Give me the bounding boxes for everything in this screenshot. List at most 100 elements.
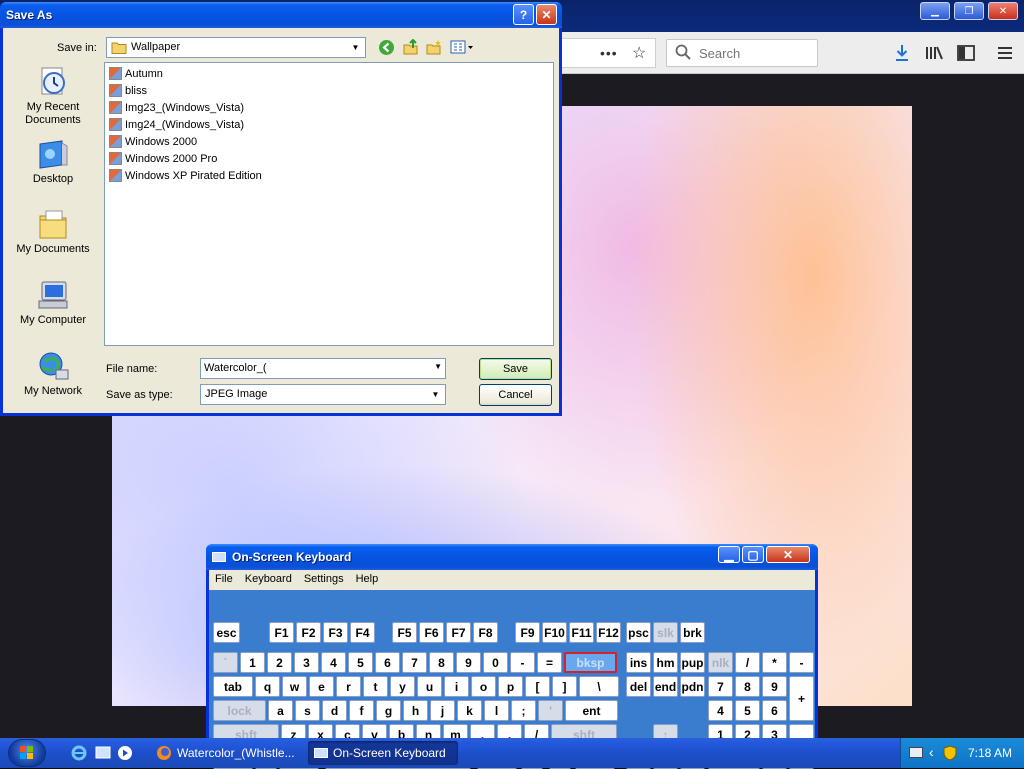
key-tab[interactable]: tab	[213, 676, 253, 697]
minimize-button[interactable]: ▁	[718, 546, 740, 563]
key-9[interactable]: 9	[456, 652, 481, 673]
key-f6[interactable]: F6	[419, 622, 444, 643]
key-slk[interactable]: slk	[653, 622, 678, 643]
view-menu-icon[interactable]	[449, 38, 475, 56]
key-i[interactable]: i	[444, 676, 469, 697]
library-icon[interactable]	[922, 42, 946, 64]
save-in-combo[interactable]: Wallpaper ▼	[106, 37, 366, 58]
key-x93[interactable]: ]	[552, 676, 577, 697]
key-end[interactable]: end	[653, 676, 678, 697]
key-0[interactable]: 0	[483, 652, 508, 673]
cancel-button[interactable]: Cancel	[479, 384, 552, 406]
key-k[interactable]: k	[457, 700, 482, 721]
sidebar-icon[interactable]	[954, 42, 978, 64]
key-s[interactable]: s	[295, 700, 320, 721]
key-pdn[interactable]: pdn	[680, 676, 705, 697]
place-recent-documents[interactable]: My Recent Documents	[5, 66, 101, 127]
menu-help[interactable]: Help	[350, 570, 385, 590]
key-6[interactable]: 6	[375, 652, 400, 673]
key-psc[interactable]: psc	[626, 622, 651, 643]
key-1[interactable]: 1	[240, 652, 265, 673]
key-5[interactable]: 5	[348, 652, 373, 673]
maximize-button[interactable]: ▢	[742, 546, 764, 563]
key-f11[interactable]: F11	[569, 622, 594, 643]
keyboard-tray-icon[interactable]	[909, 747, 923, 758]
key-f9[interactable]: F9	[515, 622, 540, 643]
key-x91[interactable]: [	[525, 676, 550, 697]
key-f2[interactable]: F2	[296, 622, 321, 643]
key-f7[interactable]: F7	[446, 622, 471, 643]
restore-button[interactable]: ❐	[954, 2, 984, 20]
chevron-down-icon[interactable]: ▼	[428, 387, 443, 402]
menu-settings[interactable]: Settings	[298, 570, 350, 590]
save-button[interactable]: Save	[479, 358, 552, 380]
chevron-left-icon[interactable]: ‹	[929, 744, 934, 760]
key-r[interactable]: r	[336, 676, 361, 697]
key-ins[interactable]: ins	[626, 652, 651, 673]
help-button[interactable]: ?	[513, 4, 534, 25]
place-my-documents[interactable]: My Documents	[5, 208, 101, 256]
key-u[interactable]: u	[417, 676, 442, 697]
show-desktop-icon[interactable]	[94, 744, 112, 762]
key-x45[interactable]: -	[510, 652, 535, 673]
key-x39[interactable]: '	[538, 700, 563, 721]
bookmark-star-icon[interactable]: ☆	[632, 43, 646, 63]
file-item[interactable]: Windows 2000 Pro	[109, 150, 217, 167]
key-lock[interactable]: lock	[213, 700, 266, 721]
internet-explorer-icon[interactable]	[70, 744, 88, 762]
key-x45[interactable]: -	[789, 652, 814, 673]
key-w[interactable]: w	[282, 676, 307, 697]
place-my-computer[interactable]: My Computer	[5, 279, 101, 327]
key-o[interactable]: o	[471, 676, 496, 697]
key-a[interactable]: a	[268, 700, 293, 721]
key-4[interactable]: 4	[321, 652, 346, 673]
key-7[interactable]: 7	[402, 652, 427, 673]
place-desktop[interactable]: Desktop	[5, 138, 101, 186]
menu-file[interactable]: File	[209, 570, 239, 590]
minimize-button[interactable]: ▁	[920, 2, 950, 20]
key-x43[interactable]: +	[789, 676, 814, 721]
key-t[interactable]: t	[363, 676, 388, 697]
key-l[interactable]: l	[484, 700, 509, 721]
key-5[interactable]: 5	[735, 700, 760, 721]
key-f[interactable]: f	[349, 700, 374, 721]
task-on-screen-keyboard[interactable]: On-Screen Keyboard	[308, 741, 458, 765]
save-as-type-combo[interactable]: JPEG Image ▼	[200, 384, 446, 405]
file-item[interactable]: bliss	[109, 82, 147, 99]
key-hm[interactable]: hm	[653, 652, 678, 673]
task-browser[interactable]: Watercolor_(Whistle...	[150, 741, 300, 765]
key-h[interactable]: h	[403, 700, 428, 721]
place-my-network[interactable]: My Network	[5, 350, 101, 398]
key-f12[interactable]: F12	[596, 622, 621, 643]
key-x59[interactable]: ;	[511, 700, 536, 721]
key-nlk[interactable]: nlk	[708, 652, 733, 673]
close-button[interactable]: ✕	[536, 4, 557, 25]
up-folder-icon[interactable]	[401, 38, 419, 56]
downloads-icon[interactable]	[890, 42, 914, 64]
key-bksp[interactable]: bksp	[564, 652, 617, 673]
key-x61[interactable]: =	[537, 652, 562, 673]
new-folder-icon[interactable]	[424, 38, 442, 56]
key-7[interactable]: 7	[708, 676, 733, 697]
file-list[interactable]: Autumn bliss Img23_(Windows_Vista) Img24…	[104, 62, 554, 346]
key-f5[interactable]: F5	[392, 622, 417, 643]
key-p[interactable]: p	[498, 676, 523, 697]
key-pup[interactable]: pup	[680, 652, 705, 673]
key-8[interactable]: 8	[429, 652, 454, 673]
key-g[interactable]: g	[376, 700, 401, 721]
media-player-icon[interactable]	[116, 744, 134, 762]
file-item[interactable]: Autumn	[109, 65, 163, 82]
close-button[interactable]: ✕	[988, 2, 1018, 20]
key-ent[interactable]: ent	[565, 700, 618, 721]
chevron-down-icon[interactable]: ▼	[434, 362, 442, 371]
key-j[interactable]: j	[430, 700, 455, 721]
key-8[interactable]: 8	[735, 676, 760, 697]
search-box[interactable]	[666, 39, 818, 67]
start-button[interactable]	[8, 739, 46, 767]
key-x92[interactable]: \	[579, 676, 619, 697]
hamburger-menu-icon[interactable]	[993, 42, 1017, 64]
key-del[interactable]: del	[626, 676, 651, 697]
close-button[interactable]: ✕	[766, 546, 810, 563]
menu-keyboard[interactable]: Keyboard	[239, 570, 298, 590]
key-f10[interactable]: F10	[542, 622, 567, 643]
